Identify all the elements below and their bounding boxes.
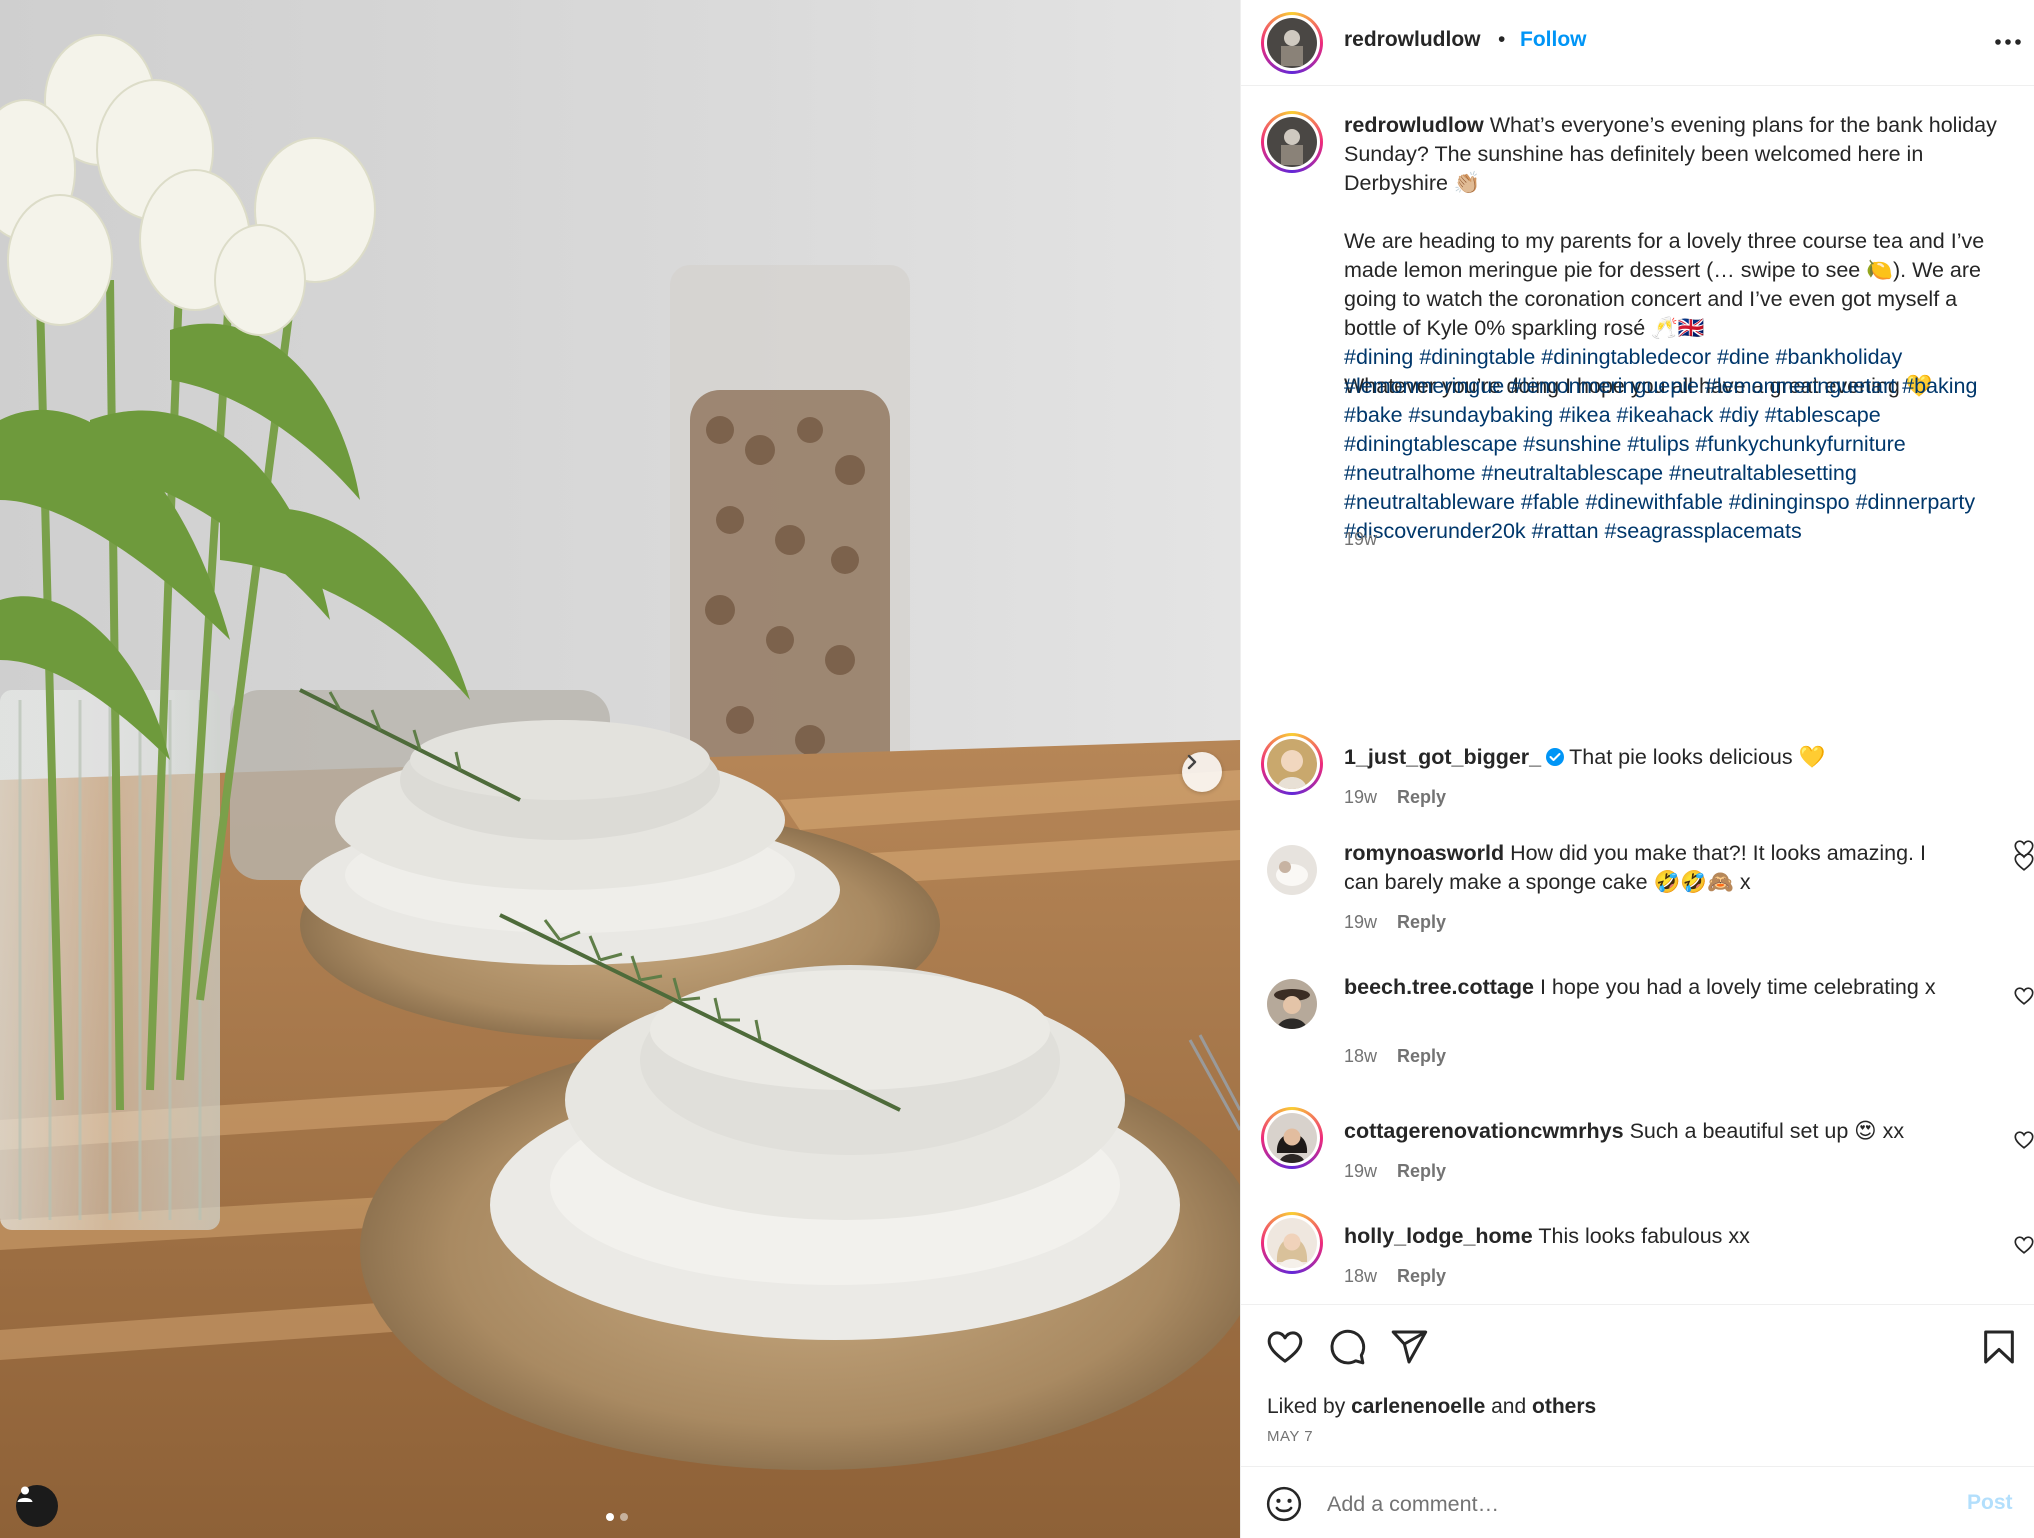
carousel-dot-active (606, 1513, 614, 1521)
comment-username[interactable]: beech.tree.cottage (1344, 975, 1534, 999)
carousel-next-button[interactable] (1182, 752, 1222, 792)
reply-button[interactable]: Reply (1397, 1161, 1446, 1182)
share-icon[interactable] (1389, 1327, 1429, 1367)
commenter-avatar[interactable] (1261, 973, 1323, 1035)
reply-button[interactable]: Reply (1397, 1266, 1446, 1287)
post-photo (0, 0, 1240, 1538)
carousel-indicator (606, 1513, 628, 1521)
reply-button[interactable]: Reply (1397, 1046, 1446, 1067)
post-header: redrowludlow • Follow (1241, 0, 2034, 86)
comment-input[interactable] (1327, 1485, 1907, 1523)
liked-by-user[interactable]: carlenenoelle (1351, 1395, 1485, 1418)
commenter-avatar[interactable] (1261, 839, 1323, 901)
post-actions: Liked by carlenenoelle and others MAY 7 (1241, 1304, 2034, 1464)
comment-username[interactable]: romynoasworld (1344, 841, 1504, 865)
comment-meta: 19w Reply (1344, 1161, 1446, 1182)
comment-text: cottagerenovationcwmrhys Such a beautifu… (1344, 1117, 1964, 1146)
comment-heart-icon[interactable] (2013, 985, 2034, 1007)
heart-icon[interactable] (1265, 1327, 1305, 1367)
follow-button[interactable]: Follow (1520, 28, 1587, 52)
comment-heart-icon[interactable] (2013, 851, 2034, 873)
comment-time[interactable]: 19w (1344, 1161, 1377, 1182)
comment-body: I hope you had a lovely time celebrating… (1539, 975, 1936, 999)
comment-meta: 19w Reply (1344, 787, 1446, 808)
commenter-avatar[interactable] (1261, 1212, 1323, 1274)
comment-text: romynoasworld How did you make that?! It… (1344, 839, 1964, 897)
more-horizontal-icon[interactable] (1993, 30, 2023, 54)
author-username[interactable]: redrowludlow (1344, 28, 1481, 52)
comment-meta: 18w Reply (1344, 1046, 1446, 1067)
comment-time[interactable]: 19w (1344, 912, 1377, 933)
author-avatar[interactable] (1261, 12, 1323, 74)
comment-text: holly_lodge_home This looks fabulous xx (1344, 1222, 1964, 1251)
verified-badge-icon (1545, 746, 1565, 766)
comment-text: 1_just_got_bigger_ That pie looks delicio… (1344, 743, 1964, 772)
comment-heart-icon[interactable] (2013, 1129, 2034, 1151)
caption-username[interactable]: redrowludlow (1344, 113, 1484, 137)
comment-text: beech.tree.cottage I hope you had a love… (1344, 973, 1964, 1002)
liked-and-label: and (1485, 1395, 1533, 1418)
commenter-avatar[interactable] (1261, 733, 1323, 795)
liked-by-label: Liked by (1267, 1395, 1352, 1418)
commenter-avatar[interactable] (1261, 1107, 1323, 1169)
post-side-panel: redrowludlow • Follow redrowludlow What’… (1240, 0, 2034, 1538)
add-comment-bar: Post (1241, 1466, 2034, 1538)
comment-time[interactable]: 18w (1344, 1046, 1377, 1067)
comment-heart-icon[interactable] (2013, 1234, 2034, 1256)
reply-button[interactable]: Reply (1397, 787, 1446, 808)
post-media[interactable] (0, 0, 1240, 1538)
carousel-dot (620, 1513, 628, 1521)
comment-icon[interactable] (1327, 1327, 1367, 1367)
post-comment-button[interactable]: Post (1967, 1491, 2013, 1515)
likes-summary[interactable]: Liked by carlenenoelle and others (1267, 1395, 1596, 1419)
caption-timestamp[interactable]: 19w (1344, 529, 1377, 550)
comment-meta: 19w Reply (1344, 912, 1446, 933)
comment-body: Such a beautiful set up 😍 xx (1629, 1119, 1905, 1143)
liked-by-others[interactable]: others (1532, 1395, 1596, 1418)
comments-scroll-area[interactable]: redrowludlow What’s everyone’s evening p… (1241, 87, 2034, 1303)
comment-username[interactable]: 1_just_got_bigger_ (1344, 745, 1541, 769)
reply-button[interactable]: Reply (1397, 912, 1446, 933)
tagged-users-button[interactable] (16, 1485, 58, 1527)
comment-time[interactable]: 18w (1344, 1266, 1377, 1287)
comment-meta: 18w Reply (1344, 1266, 1446, 1287)
comment-username[interactable]: holly_lodge_home (1344, 1224, 1533, 1248)
post-date[interactable]: MAY 7 (1267, 1428, 1313, 1445)
comment-username[interactable]: cottagerenovationcwmrhys (1344, 1119, 1624, 1143)
emoji-icon[interactable] (1265, 1485, 1303, 1523)
bookmark-icon[interactable] (1979, 1327, 2019, 1367)
comment-body: This looks fabulous xx (1538, 1224, 1750, 1248)
header-separator: • (1498, 28, 1506, 51)
comment-body: That pie looks delicious 💛 (1569, 745, 1826, 769)
caption-hashtags[interactable]: #dining #diningtable #diningtabledecor #… (1344, 343, 2004, 546)
caption-author-avatar[interactable] (1261, 111, 1323, 173)
comment-time[interactable]: 19w (1344, 787, 1377, 808)
